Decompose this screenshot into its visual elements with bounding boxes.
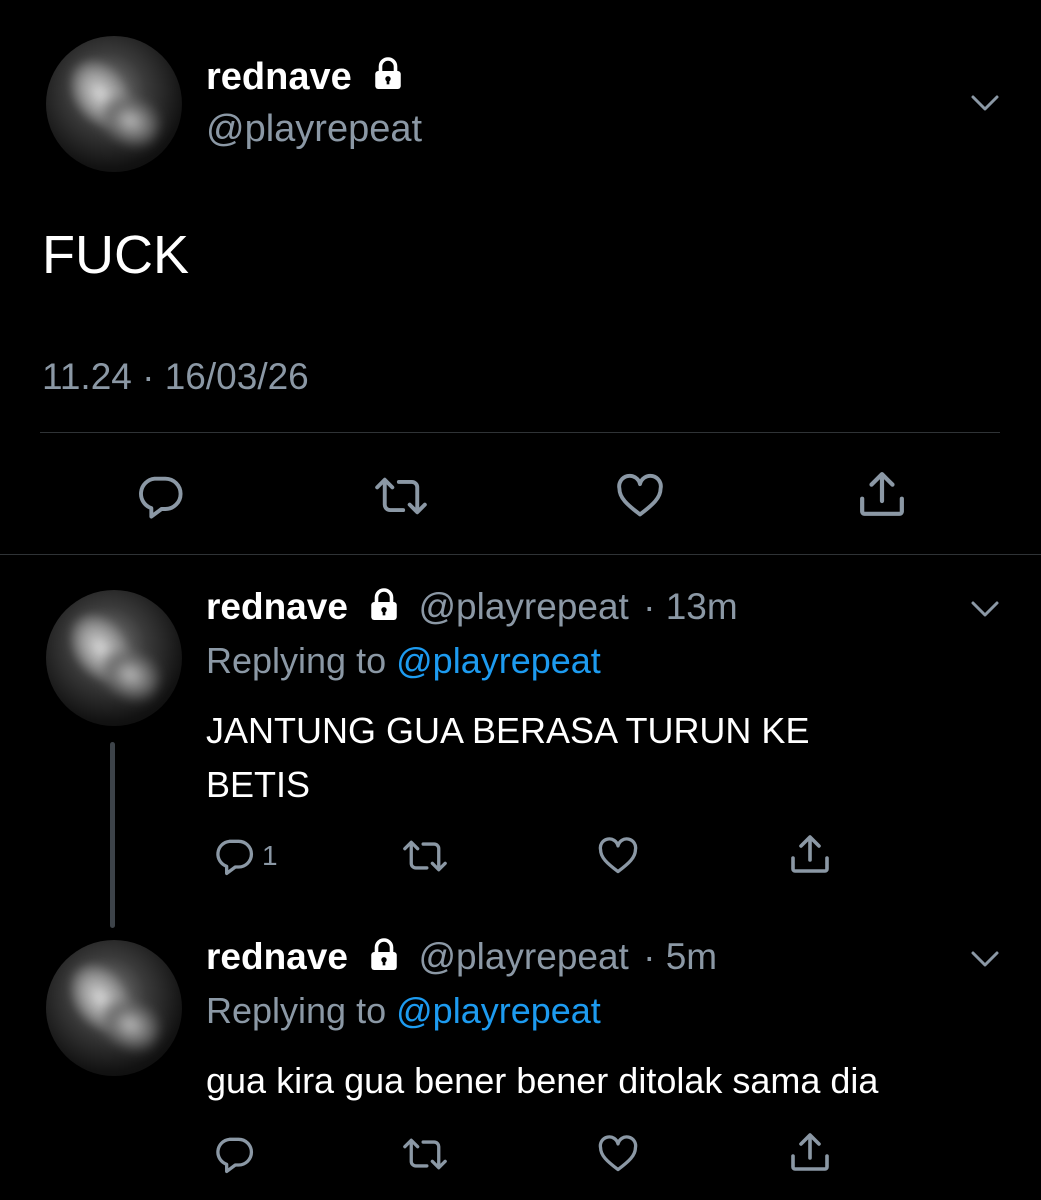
reply-icon [139, 476, 183, 519]
display-name[interactable]: rednave [206, 56, 406, 102]
chevron-down-icon[interactable] [965, 594, 1005, 624]
replying-to: Replying to @playrepeat [206, 640, 601, 682]
share-icon [860, 472, 904, 516]
chevron-down-icon[interactable] [965, 944, 1005, 974]
section-divider [0, 554, 1041, 555]
replying-mention[interactable]: @playrepeat [396, 640, 601, 681]
retweet-icon [403, 840, 447, 872]
reply-icon [216, 1137, 254, 1174]
like-icon [598, 1135, 638, 1172]
reply-count: 1 [262, 840, 278, 871]
lock-icon [370, 56, 406, 102]
reply-display-name[interactable]: rednave @playrepeat · 5m [206, 936, 717, 982]
reply-handle: @playrepeat [418, 586, 629, 627]
replying-prefix: Replying to [206, 640, 387, 681]
replying-to: Replying to @playrepeat [206, 990, 601, 1032]
divider [40, 432, 1000, 433]
retweet-icon [403, 1138, 447, 1170]
retweet-button[interactable] [398, 1132, 452, 1176]
share-icon [791, 1133, 829, 1171]
reply-button[interactable] [212, 1132, 256, 1176]
like-button[interactable] [612, 470, 668, 522]
share-button[interactable] [786, 830, 834, 878]
retweet-button[interactable] [398, 834, 452, 878]
display-name-text: rednave [206, 56, 352, 99]
reply-display-name-text: rednave [206, 586, 348, 627]
avatar[interactable] [46, 36, 182, 172]
handle[interactable]: @playrepeat [206, 108, 422, 151]
like-icon [617, 473, 663, 517]
reply-time: · 13m [643, 586, 738, 627]
reply-button[interactable]: 1 [212, 834, 278, 878]
tweet-timestamp[interactable]: 11.24 · 16/03/26 [42, 356, 309, 398]
chevron-down-icon[interactable] [965, 88, 1005, 118]
thread-connector [110, 742, 115, 928]
lock-icon [366, 587, 402, 632]
like-button[interactable] [594, 1132, 642, 1176]
reply-time: · 5m [643, 936, 718, 977]
replying-mention[interactable]: @playrepeat [396, 990, 601, 1031]
reply-text: gua kira gua bener bener ditolak sama di… [206, 1060, 879, 1101]
share-button[interactable] [786, 1128, 834, 1176]
like-button[interactable] [594, 834, 642, 878]
reply-text: JANTUNG GUA BERASA TURUN KE BETIS [206, 710, 810, 805]
retweet-icon [375, 477, 427, 515]
reply-avatar[interactable] [46, 590, 182, 726]
reply-avatar[interactable] [46, 940, 182, 1076]
tweet-text: FUCK [42, 225, 189, 285]
replying-prefix: Replying to [206, 990, 387, 1031]
share-button[interactable] [854, 466, 910, 522]
tweet-thread: rednave @playrepeat FUCK 11.24 · 16/03/2… [0, 0, 1041, 1200]
reply-display-name[interactable]: rednave @playrepeat · 13m [206, 586, 738, 632]
like-icon [598, 837, 638, 874]
reply-display-name-text: rednave [206, 936, 348, 977]
reply-button[interactable] [134, 470, 186, 522]
share-icon [791, 835, 829, 873]
reply-icon [216, 839, 254, 876]
retweet-button[interactable] [370, 470, 432, 522]
lock-icon [366, 937, 402, 982]
reply-handle: @playrepeat [418, 936, 629, 977]
